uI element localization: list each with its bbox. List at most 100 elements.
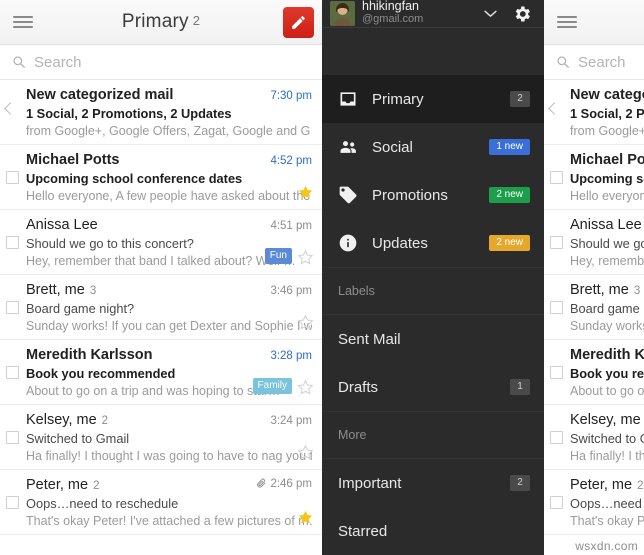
message-time-text: 3:28 pm	[270, 350, 312, 362]
message-row[interactable]: Meredith Karlsson3:28 pmBook you recomme…	[0, 340, 322, 405]
search-input-right[interactable]: Search	[578, 54, 626, 71]
message-row[interactable]: Peter, me22:46 pmOops…need to reschedule…	[544, 470, 644, 535]
compose-button[interactable]	[283, 7, 314, 38]
message-sender: Brett, me	[26, 282, 85, 298]
star-outline-icon[interactable]	[297, 249, 314, 266]
message-header: Meredith Karlsson3:28 pm	[570, 347, 644, 364]
message-snippet: Sunday works! If you can get Dexter and …	[570, 318, 644, 335]
drawer-section-labels: Labels	[322, 267, 544, 315]
message-time: 3:28 pm	[264, 350, 312, 362]
gear-icon[interactable]	[512, 4, 532, 24]
message-row[interactable]: Brett, me33:46 pmBoard game night?Sunday…	[0, 275, 322, 340]
message-checkbox[interactable]	[550, 366, 563, 379]
message-sender: Michael Potts	[26, 152, 120, 168]
message-header: Peter, me22:46 pm	[570, 477, 644, 494]
people-icon	[338, 137, 358, 157]
message-header: New categorized mail 7:30 pm	[26, 87, 312, 104]
message-snippet-text: That's okay Peter! I've attached a few p…	[26, 514, 312, 528]
account-header[interactable]: hhikingfan @gmail.com	[322, 0, 544, 28]
message-header: Meredith Karlsson3:28 pm	[26, 347, 312, 364]
account-email: @gmail.com	[362, 13, 424, 25]
message-checkbox[interactable]	[550, 496, 563, 509]
message-row[interactable]: Kelsey, me23:24 pmSwitched to GmailHa fi…	[544, 405, 644, 470]
message-time: 3:46 pm	[264, 285, 312, 297]
message-sender: Kelsey, me	[26, 412, 97, 428]
star-outline-icon[interactable]	[297, 444, 314, 461]
message-sender: Michael Potts	[570, 152, 644, 168]
message-snippet-text: Hello everyone, A few people have asked …	[26, 189, 312, 203]
message-time: 4:52 pm	[264, 155, 312, 167]
star-outline-icon[interactable]	[297, 379, 314, 396]
drawer-item-updates[interactable]: Updates 2 new	[322, 219, 544, 267]
message-snippet-text: Hey, remember that band I talked about? …	[570, 254, 644, 268]
message-snippet: Hey, remember that band I talked about? …	[570, 253, 644, 270]
drawer-more-starred[interactable]: Starred	[322, 507, 544, 555]
message-time: 3:24 pm	[264, 415, 312, 427]
message-subject: Upcoming school conference dates	[26, 171, 243, 186]
message-checkbox[interactable]	[6, 171, 19, 184]
inbox-icon	[338, 89, 358, 109]
message-checkbox[interactable]	[6, 236, 19, 249]
chevron-down-icon[interactable]	[484, 10, 497, 18]
nav-item-label: Drafts	[338, 378, 379, 396]
search-bar[interactable]: Search	[0, 45, 322, 80]
inbox-icon	[340, 92, 356, 106]
drawer-item-promotions[interactable]: Promotions 2 new	[322, 171, 544, 219]
message-checkbox[interactable]	[550, 171, 563, 184]
avatar[interactable]	[330, 1, 355, 26]
message-sender: Anissa Lee	[26, 217, 98, 233]
avatar-image	[330, 1, 355, 26]
message-checkbox[interactable]	[6, 431, 19, 444]
hamburger-icon-right[interactable]	[544, 0, 590, 45]
chevron-left-icon[interactable]	[548, 102, 561, 115]
star-outline-icon[interactable]	[297, 314, 314, 331]
message-subject: Upcoming school conference dates	[570, 171, 644, 186]
message-row[interactable]: Peter, me22:46 pmOops…need to reschedule…	[0, 470, 322, 535]
message-row[interactable]: Anissa Lee4:51 pmShould we go to this co…	[544, 210, 644, 275]
message-checkbox[interactable]	[6, 366, 19, 379]
message-row[interactable]: Meredith Karlsson3:28 pm Book you recomme…	[544, 340, 644, 405]
attachment-icon	[257, 478, 266, 488]
message-snippet-text: Sunday works! If you can get Dexter and …	[26, 319, 312, 333]
gmail-app-screen: Primary 2 Search New categorized mail 7:30…	[0, 0, 644, 555]
search-icon	[13, 56, 25, 68]
hamburger-icon[interactable]	[0, 0, 46, 45]
message-checkbox[interactable]	[6, 496, 19, 509]
drawer-label-drafts[interactable]: Drafts 1	[322, 363, 544, 411]
drawer-item-social[interactable]: Social 1 new	[322, 123, 544, 171]
star-filled-icon[interactable]	[297, 184, 314, 201]
message-row[interactable]: Michael Potts4:52 pmUpcoming school conf…	[544, 145, 644, 210]
message-header: Michael Potts 4:52 pm	[26, 152, 312, 169]
message-checkbox[interactable]	[6, 301, 19, 314]
message-time-text: 3:24 pm	[270, 415, 312, 427]
search-input[interactable]: Search	[34, 54, 82, 71]
message-time-text: 4:51 pm	[270, 220, 312, 232]
thread-count: 2	[637, 480, 644, 492]
message-row[interactable]: Kelsey, me23:24 pmSwitched to GmailHa fi…	[0, 405, 322, 470]
drawer-label-sent-mail[interactable]: Sent Mail	[322, 315, 544, 363]
message-row[interactable]: New categorized mail7:30 pm1 Social, 2 P…	[544, 80, 644, 145]
drawer-item-primary[interactable]: Primary 2	[322, 75, 544, 123]
page-title: Primary 2	[0, 11, 322, 33]
star-filled-icon[interactable]	[297, 509, 314, 526]
message-row[interactable]: Michael Potts 4:52 pm Upcoming school conf…	[0, 145, 322, 210]
navigation-drawer: hhikingfan @gmail.com Primary 2 Social 1 ne…	[322, 0, 544, 555]
drawer-more-important[interactable]: Important 2	[322, 459, 544, 507]
message-snippet-text: Hello everyone, A few people have asked …	[570, 189, 644, 203]
message-row[interactable]: New categorized mail7:30 pm1 Social, 2 P…	[0, 80, 322, 145]
message-checkbox[interactable]	[550, 301, 563, 314]
info-icon	[338, 233, 358, 253]
message-subject: Book you recommended	[570, 366, 644, 381]
message-checkbox[interactable]	[550, 236, 563, 249]
chevron-left-icon[interactable]	[4, 102, 17, 115]
message-row[interactable]: Brett, me33:46 pmBoard game night?Sunday…	[544, 275, 644, 340]
message-row[interactable]: Anissa Lee4:51 pmShould we go to this co…	[0, 210, 322, 275]
info-icon	[339, 234, 357, 252]
message-snippet: from Google+, Google Offers, Zagat, Goog…	[570, 123, 644, 140]
message-list: New categorized mail 7:30 pm 1 Social, 2 P…	[0, 80, 322, 535]
search-bar-right[interactable]: Search	[544, 45, 644, 80]
message-snippet-text: About to go on a trip and was hoping to …	[26, 384, 281, 398]
message-sender: Kelsey, me	[570, 412, 641, 428]
message-list-right: New categorized mail7:30 pm 1 Social, 2 P…	[544, 80, 644, 535]
message-checkbox[interactable]	[550, 431, 563, 444]
